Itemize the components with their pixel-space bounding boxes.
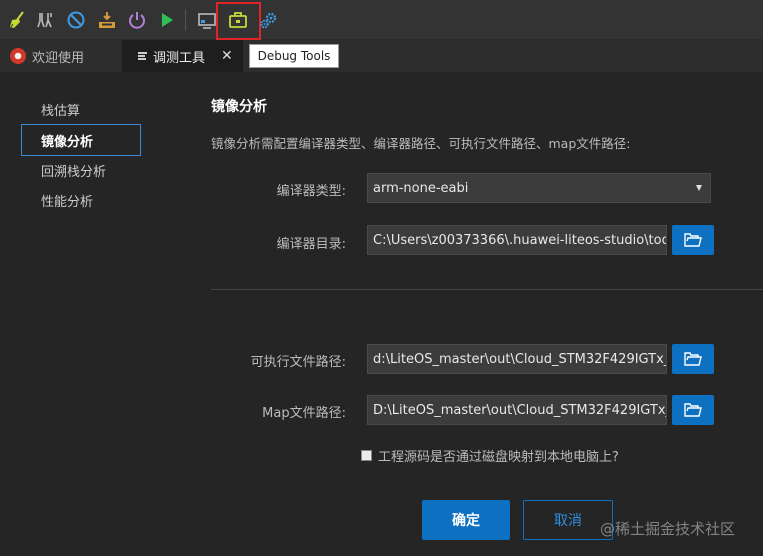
broom-icon[interactable] [7,9,29,31]
build-icon[interactable] [35,9,57,31]
compiler-dir-label: 编译器目录: [276,237,346,252]
page-title: 镜像分析 [211,99,267,115]
sidebar-item-image-analysis[interactable]: 镜像分析 [21,124,141,156]
settings-gears-icon[interactable] [257,9,279,31]
compiler-dir-value: C:\Users\z00373366\.huawei-liteos-studio… [373,232,666,248]
tab-debug-tools[interactable]: 调测工具 ✕ [122,40,243,72]
sidebar-item-label: 栈估算 [41,103,81,119]
compiler-type-select[interactable]: arm-none-eabi [367,173,711,203]
section-description: 镜像分析需配置编译器类型、编译器路径、可执行文件路径、map文件路径: [211,136,631,151]
sidebar-item-label: 镜像分析 [41,134,94,150]
liteos-logo-icon [10,48,26,64]
debug-tools-tooltip: Debug Tools [249,44,339,68]
power-icon[interactable] [126,9,148,31]
toolbox-highlight [216,2,261,40]
compiler-type-label: 编译器类型: [276,184,346,199]
compiler-type-value: arm-none-eabi [373,180,469,196]
toolbar-separator [185,9,186,31]
map-path-input[interactable]: D:\LiteOS_master\out\Cloud_STM32F429IGTx… [367,395,667,425]
sidebar-item-label: 回溯栈分析 [41,164,107,180]
stop-icon[interactable] [65,9,87,31]
exe-path-label: 可执行文件路径: [250,355,346,370]
run-icon[interactable] [156,9,178,31]
confirm-button[interactable]: 确定 [422,500,510,540]
toolbar [0,0,763,40]
folder-icon [684,233,702,247]
browse-compiler-dir-button[interactable] [672,225,714,255]
monitor-icon[interactable] [196,9,218,31]
watermark: @稀土掘金技术社区 [600,520,736,538]
tab-debug-tools-label: 调测工具 [153,50,206,66]
browse-map-path-button[interactable] [672,395,714,425]
tab-welcome[interactable]: 欢迎使用 [0,40,122,72]
disk-mapping-label: 工程源码是否通过磁盘映射到本地电脑上? [378,449,619,465]
browse-exe-path-button[interactable] [672,344,714,374]
tab-bar: 欢迎使用 调测工具 ✕ [0,40,763,72]
close-icon[interactable]: ✕ [221,48,233,64]
tab-welcome-label: 欢迎使用 [32,50,85,66]
map-path-label: Map文件路径: [262,406,346,421]
divider [211,289,763,290]
chevron-down-icon [696,185,702,191]
disk-mapping-checkbox[interactable] [361,449,372,461]
map-path-value: D:\LiteOS_master\out\Cloud_STM32F429IGTx… [373,402,666,418]
compiler-dir-input[interactable]: C:\Users\z00373366\.huawei-liteos-studio… [367,225,667,255]
disk-mapping-option[interactable]: 工程源码是否通过磁盘映射到本地电脑上? [361,446,619,465]
exe-path-value: d:\LiteOS_master\out\Cloud_STM32F429IGTx… [373,351,666,367]
sidebar-item-backtrace-analysis[interactable]: 回溯栈分析 [21,154,141,186]
folder-icon [684,403,702,417]
exe-path-input[interactable]: d:\LiteOS_master\out\Cloud_STM32F429IGTx… [367,344,667,374]
sidebar-item-label: 性能分析 [41,194,94,210]
folder-icon [684,352,702,366]
sidebar-item-stack-estimate[interactable]: 栈估算 [21,93,141,125]
list-icon [138,52,147,60]
sidebar-item-performance-analysis[interactable]: 性能分析 [21,184,141,216]
burn-icon[interactable] [96,9,118,31]
